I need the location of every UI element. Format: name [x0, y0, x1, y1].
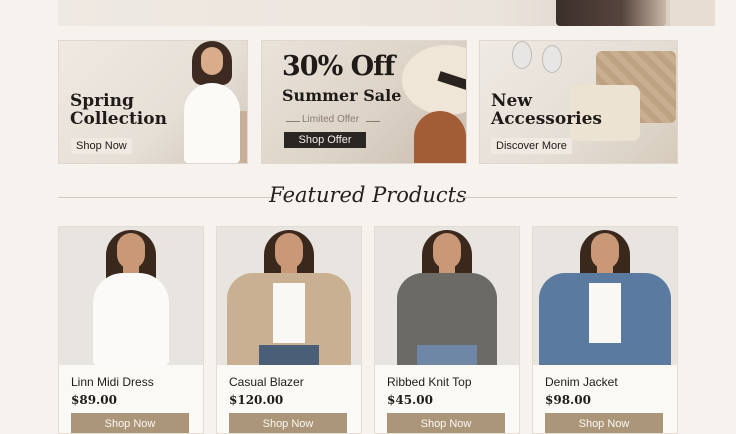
product-price: $98.00 [545, 393, 591, 407]
white-top [589, 283, 621, 343]
new-accessories-banner[interactable]: New Accessories Discover More [479, 40, 678, 164]
model-face [201, 47, 223, 75]
hero-image-strip [58, 0, 715, 26]
divider-left [286, 121, 300, 122]
shop-now-button[interactable]: Shop Now [71, 413, 189, 433]
limited-offer-tagline: Limited Offer [302, 114, 360, 125]
product-name[interactable]: Linn Midi Dress [71, 375, 154, 389]
product-name[interactable]: Denim Jacket [545, 375, 618, 389]
white-top [273, 283, 305, 343]
shop-now-button[interactable]: Shop Now [545, 413, 663, 433]
model-face [275, 233, 303, 269]
product-price: $120.00 [229, 393, 284, 407]
shop-offer-button[interactable]: Shop Offer [284, 132, 366, 148]
divider-right [366, 121, 380, 122]
white-midi-dress [93, 273, 169, 365]
jeans [417, 345, 477, 365]
product-card[interactable]: Linn Midi Dress $89.00 Shop Now [58, 226, 204, 434]
product-card[interactable]: Ribbed Knit Top $45.00 Shop Now [374, 226, 520, 434]
product-image[interactable] [59, 227, 203, 365]
pendant-necklace-image [512, 41, 532, 69]
product-card[interactable]: Casual Blazer $120.00 Shop Now [216, 226, 362, 434]
hero-model-image [556, 0, 666, 26]
hero-bag-image [670, 0, 715, 26]
model-face [117, 233, 145, 269]
shop-now-button[interactable]: Shop Now [229, 413, 347, 433]
product-name[interactable]: Ribbed Knit Top [387, 375, 472, 389]
product-card[interactable]: Denim Jacket $98.00 Shop Now [532, 226, 678, 434]
discover-more-button[interactable]: Discover More [491, 138, 572, 154]
product-image[interactable] [533, 227, 677, 365]
jeans [259, 345, 319, 365]
spring-collection-banner[interactable]: Spring Collection Shop Now [58, 40, 248, 164]
bracelet-image [542, 45, 562, 73]
product-image[interactable] [375, 227, 519, 365]
product-image[interactable] [217, 227, 361, 365]
model-face [433, 233, 461, 269]
summer-sale-banner[interactable]: 30% Off Summer Sale Limited Offer Shop O… [261, 40, 467, 164]
shop-now-button[interactable]: Shop Now [387, 413, 505, 433]
product-price: $89.00 [71, 393, 117, 407]
featured-products-heading: Featured Products [269, 183, 467, 207]
white-dress-image [184, 83, 240, 163]
heading-rule-right [460, 197, 677, 198]
model-hair [414, 111, 466, 163]
spring-shop-now-button[interactable]: Shop Now [71, 138, 132, 154]
spring-collection-title: Spring Collection [70, 91, 167, 129]
new-accessories-title: New Accessories [491, 91, 602, 129]
product-name[interactable]: Casual Blazer [229, 375, 304, 389]
model-face [591, 233, 619, 269]
product-price: $45.00 [387, 393, 433, 407]
summer-sale-subheadline: Summer Sale [282, 86, 402, 105]
sale-percentage-headline: 30% Off [282, 51, 395, 82]
